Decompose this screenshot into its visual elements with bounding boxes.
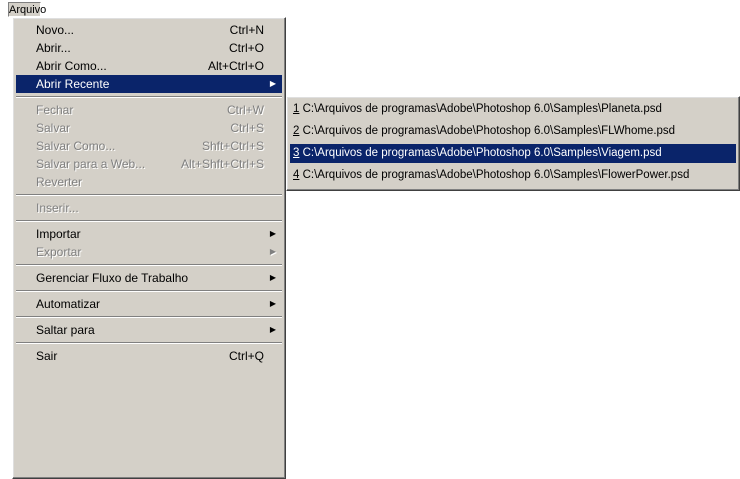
arquivo-dropdown-menu: Novo... Ctrl+N Abrir... Ctrl+O Abrir Como...… bbox=[12, 17, 286, 479]
menu-item-shortcut: Shft+Ctrl+S bbox=[201, 139, 264, 153]
recent-file-path: C:\Arquivos de programas\Adobe\Photoshop… bbox=[299, 103, 662, 115]
menu-item-exportar[interactable]: Exportar ▶ bbox=[16, 243, 282, 261]
submenu-arrow-icon: ▶ bbox=[269, 325, 276, 334]
menu-item-shortcut: Ctrl+N bbox=[229, 23, 264, 37]
menu-separator bbox=[16, 316, 282, 318]
menu-item-label: Abrir Recente bbox=[36, 77, 110, 91]
recent-file-path: C:\Arquivos de programas\Adobe\Photoshop… bbox=[299, 147, 662, 159]
menu-item-label: Salvar para a Web... bbox=[36, 157, 146, 171]
menu-item-label: Sair bbox=[36, 349, 58, 363]
menu-separator bbox=[16, 290, 282, 292]
menu-item-abrir[interactable]: Abrir... Ctrl+O bbox=[16, 39, 282, 57]
menu-item-label: Novo... bbox=[36, 23, 75, 37]
menu-item-shortcut: Ctrl+W bbox=[227, 103, 264, 117]
menu-item-saltar-para[interactable]: Saltar para ▶ bbox=[16, 321, 282, 339]
menu-item-label: Inserir... bbox=[36, 201, 79, 215]
submenu-arrow-icon: ▶ bbox=[269, 229, 276, 238]
menu-item-reverter[interactable]: Reverter bbox=[16, 173, 282, 191]
menu-item-sair[interactable]: Sair Ctrl+Q bbox=[16, 347, 282, 365]
menu-item-salvar-como[interactable]: Salvar Como... Shft+Ctrl+S bbox=[16, 137, 282, 155]
menu-item-label: Exportar bbox=[36, 245, 82, 259]
menu-item-automatizar[interactable]: Automatizar ▶ bbox=[16, 295, 282, 313]
menubar-arquivo-label: Arquivo bbox=[9, 4, 47, 16]
menu-item-label: Importar bbox=[36, 227, 81, 241]
recent-file-item[interactable]: 1 C:\Arquivos de programas\Adobe\Photosh… bbox=[290, 100, 736, 119]
menu-item-label: Abrir Como... bbox=[36, 59, 107, 73]
menu-item-importar[interactable]: Importar ▶ bbox=[16, 225, 282, 243]
submenu-arrow-icon: ▶ bbox=[269, 273, 276, 282]
recent-file-item[interactable]: 3 C:\Arquivos de programas\Adobe\Photosh… bbox=[290, 144, 736, 163]
menu-item-abrir-recente[interactable]: Abrir Recente ▶ bbox=[16, 75, 282, 93]
menu-item-label: Salvar Como... bbox=[36, 139, 116, 153]
menu-separator bbox=[16, 194, 282, 196]
menu-separator bbox=[16, 220, 282, 222]
menu-item-inserir[interactable]: Inserir... bbox=[16, 199, 282, 217]
submenu-arrow-icon: ▶ bbox=[269, 79, 276, 88]
menu-item-label: Saltar para bbox=[36, 323, 95, 337]
recent-file-item[interactable]: 4 C:\Arquivos de programas\Adobe\Photosh… bbox=[290, 166, 736, 185]
menu-item-label: Automatizar bbox=[36, 297, 101, 311]
menu-item-label: Abrir... bbox=[36, 41, 71, 55]
recent-file-item[interactable]: 2 C:\Arquivos de programas\Adobe\Photosh… bbox=[290, 122, 736, 141]
submenu-arrow-icon: ▶ bbox=[269, 299, 276, 308]
recent-file-path: C:\Arquivos de programas\Adobe\Photoshop… bbox=[299, 125, 676, 137]
menu-separator bbox=[16, 342, 282, 344]
menu-separator bbox=[16, 264, 282, 266]
menubar-arquivo[interactable]: Arquivo bbox=[8, 2, 46, 17]
menu-item-shortcut: Alt+Ctrl+O bbox=[207, 59, 264, 73]
menu-item-shortcut: Ctrl+O bbox=[228, 41, 264, 55]
menu-item-label: Gerenciar Fluxo de Trabalho bbox=[36, 271, 189, 285]
menu-item-gerenciar-fluxo[interactable]: Gerenciar Fluxo de Trabalho ▶ bbox=[16, 269, 282, 287]
submenu-arrow-icon: ▶ bbox=[269, 247, 276, 256]
menu-item-fechar[interactable]: Fechar Ctrl+W bbox=[16, 101, 282, 119]
menu-item-label: Fechar bbox=[36, 103, 74, 117]
recent-file-path: C:\Arquivos de programas\Adobe\Photoshop… bbox=[299, 169, 690, 181]
menu-item-novo[interactable]: Novo... Ctrl+N bbox=[16, 21, 282, 39]
menu-item-shortcut: Alt+Shft+Ctrl+S bbox=[180, 157, 264, 171]
abrir-recente-submenu: 1 C:\Arquivos de programas\Adobe\Photosh… bbox=[286, 96, 740, 191]
menu-item-salvar[interactable]: Salvar Ctrl+S bbox=[16, 119, 282, 137]
menu-item-shortcut: Ctrl+Q bbox=[228, 349, 264, 363]
menu-item-label: Reverter bbox=[36, 175, 83, 189]
menu-item-salvar-web[interactable]: Salvar para a Web... Alt+Shft+Ctrl+S bbox=[16, 155, 282, 173]
menu-item-shortcut: Ctrl+S bbox=[230, 121, 264, 135]
menu-separator bbox=[16, 96, 282, 98]
menu-item-label: Salvar bbox=[36, 121, 71, 135]
menu-item-abrir-como[interactable]: Abrir Como... Alt+Ctrl+O bbox=[16, 57, 282, 75]
